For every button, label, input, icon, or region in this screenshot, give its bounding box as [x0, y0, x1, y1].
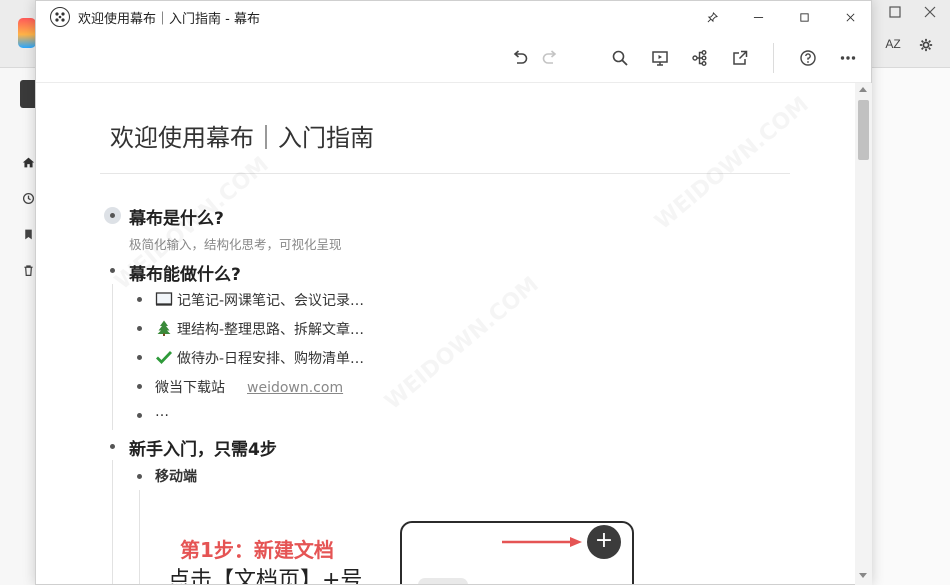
recent-icon[interactable]: [20, 190, 36, 206]
home-icon[interactable]: [20, 154, 36, 170]
collapsed-bullet[interactable]: [104, 207, 121, 224]
sort-button[interactable]: AZ: [882, 36, 904, 52]
title-bar: 欢迎使用幕布｜入门指南 - 幕布: [36, 1, 871, 33]
checkmark-icon: [156, 351, 173, 365]
node-bullet[interactable]: [137, 355, 142, 360]
presentation-icon[interactable]: [647, 45, 673, 71]
share-icon[interactable]: [727, 45, 753, 71]
outline-node[interactable]: 幕布是什么?: [129, 204, 224, 229]
trash-icon[interactable]: [20, 262, 36, 278]
document-body: 欢迎使用幕布｜入门指南 幕布是什么? 极简化输入，结构化思考，可视化呈现 幕布能…: [36, 84, 871, 585]
notebook-icon: [155, 292, 173, 306]
new-document-button[interactable]: [20, 80, 36, 108]
node-bullet[interactable]: [137, 384, 142, 389]
node-text: 理结构-整理思路、拆解文章…: [177, 322, 365, 338]
phone-placeholder: [418, 578, 468, 584]
pin-icon[interactable]: [689, 1, 735, 33]
outline-node[interactable]: 做待办-日程安排、购物清单…: [155, 348, 364, 368]
outline-node[interactable]: 微当下载站 weidown.com: [155, 377, 343, 397]
help-icon[interactable]: [795, 45, 821, 71]
outline-node[interactable]: …: [155, 404, 169, 420]
toolbar: [36, 33, 871, 83]
redo-icon[interactable]: [537, 45, 563, 71]
outline-node[interactable]: 幕布能做什么?: [129, 260, 241, 285]
settings-icon[interactable]: [917, 36, 935, 54]
node-bullet[interactable]: [137, 297, 142, 302]
scroll-down-arrow[interactable]: [859, 573, 867, 578]
close-icon[interactable]: [827, 1, 871, 33]
outline-node[interactable]: 新手入门，只需4步: [129, 435, 277, 460]
background-right-panel: [872, 0, 950, 585]
scroll-up-arrow[interactable]: [859, 87, 867, 92]
undo-icon[interactable]: [507, 45, 533, 71]
window-restore-icon[interactable]: [887, 4, 903, 20]
indent-guide: [139, 490, 140, 584]
indent-guide: [112, 460, 113, 584]
window-title: 欢迎使用幕布｜入门指南 - 幕布: [78, 12, 260, 27]
mindmap-icon[interactable]: [687, 45, 713, 71]
title-divider: [100, 173, 790, 174]
mubu-app-icon: [50, 7, 70, 27]
node-bullet[interactable]: [137, 326, 142, 331]
bookmark-icon[interactable]: [20, 226, 36, 242]
weidown-link[interactable]: weidown.com: [247, 380, 343, 396]
indent-guide: [112, 284, 113, 430]
maximize-icon[interactable]: [781, 1, 827, 33]
image-heading: 第1步：新建文档: [180, 538, 334, 562]
toolbar-separator: [773, 43, 774, 73]
background-sidebar: [0, 68, 36, 585]
outline-node[interactable]: 理结构-整理思路、拆解文章…: [155, 319, 364, 339]
node-text: 记笔记-网课笔记、会议记录…: [177, 293, 365, 309]
outline-node[interactable]: 移动端: [155, 466, 197, 486]
node-bullet[interactable]: [110, 268, 115, 273]
plus-button-icon: +: [587, 525, 621, 559]
search-icon[interactable]: [607, 45, 633, 71]
arrow-icon: [502, 537, 582, 547]
node-bullet[interactable]: [137, 474, 142, 479]
tree-icon: [157, 320, 171, 336]
app-logo: [18, 18, 36, 48]
node-note[interactable]: 极简化输入，结构化思考，可视化呈现: [129, 234, 342, 253]
background-right-topbar: [872, 0, 950, 68]
close-icon[interactable]: [922, 4, 938, 20]
more-icon[interactable]: [835, 45, 861, 71]
node-text: 做待办-日程安排、购物清单…: [177, 351, 365, 367]
vertical-scrollbar[interactable]: [855, 83, 872, 585]
document-title[interactable]: 欢迎使用幕布｜入门指南: [110, 118, 374, 153]
node-text: 微当下载站: [155, 380, 225, 396]
image-caption: 点击【文档页】+号: [168, 568, 363, 585]
node-bullet[interactable]: [110, 444, 115, 449]
node-bullet[interactable]: [137, 413, 142, 418]
outline-node[interactable]: 记笔记-网课笔记、会议记录…: [155, 290, 364, 310]
sort-label: AZ: [885, 37, 901, 51]
document-window: 欢迎使用幕布｜入门指南 - 幕布 欢迎使用幕布｜入门指南 幕布是什么? 极简化输…: [35, 0, 872, 585]
minimize-icon[interactable]: [735, 1, 781, 33]
scroll-thumb[interactable]: [858, 100, 869, 160]
